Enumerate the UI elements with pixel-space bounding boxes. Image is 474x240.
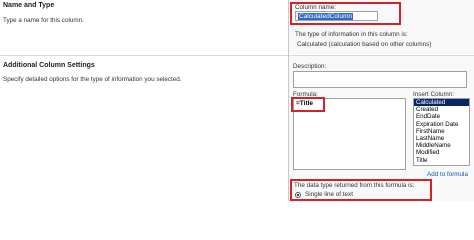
single-line-radio[interactable]	[295, 192, 301, 198]
column-list-item[interactable]: Modified	[414, 149, 469, 156]
column-list-item[interactable]: MiddleName	[414, 142, 469, 149]
column-list-item[interactable]: Calculated	[414, 99, 469, 107]
settings-heading: Additional Column Settings	[3, 62, 95, 69]
single-line-label: Single line of text	[305, 191, 353, 198]
description-label: Description:	[293, 63, 327, 70]
type-value: Calculated (calculation based on other c…	[297, 41, 432, 48]
formula-value: =Title	[296, 100, 314, 107]
formula-label: Formula:	[293, 91, 318, 98]
insert-column-list[interactable]: Calculated Created EndDate Expiration Date F…	[413, 98, 470, 166]
panel-divider	[288, 0, 289, 201]
name-type-heading: Name and Type	[3, 2, 55, 9]
column-list-item[interactable]: LastName	[414, 135, 469, 142]
description-input[interactable]	[293, 71, 467, 88]
add-to-formula-link[interactable]: Add to formula	[427, 171, 468, 178]
type-info-label: The type of information in this column i…	[295, 31, 408, 38]
return-type-label: The data type returned from this formula…	[294, 182, 415, 189]
column-name-label: Column name:	[295, 4, 336, 11]
column-list-item[interactable]: Expiration Date	[414, 121, 469, 128]
column-list-item[interactable]: Created	[414, 106, 469, 113]
section-divider	[0, 55, 474, 56]
insert-column-label: Insert Column:	[413, 91, 454, 98]
column-list-item[interactable]: Title	[414, 157, 469, 164]
column-name-input[interactable]: CalculatedColumn	[295, 11, 378, 21]
column-list-item[interactable]: EndDate	[414, 113, 469, 120]
radio-selected-dot	[297, 194, 299, 196]
column-list-item[interactable]: FirstName	[414, 128, 469, 135]
formula-input[interactable]: =Title	[293, 98, 406, 170]
column-name-value: CalculatedColumn	[298, 13, 354, 20]
name-type-description: Type a name for this column.	[3, 17, 84, 24]
settings-description: Specify detailed options for the type of…	[3, 76, 182, 83]
